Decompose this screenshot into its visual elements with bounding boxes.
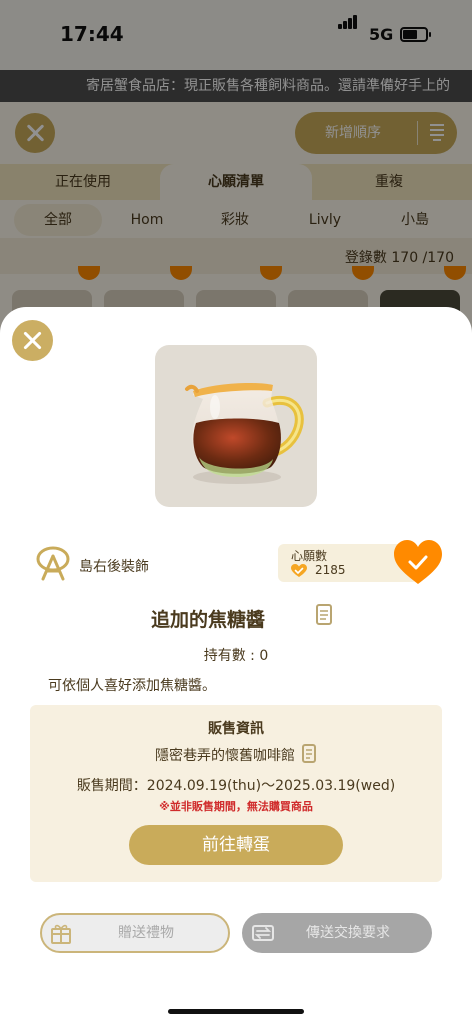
close-button[interactable]	[12, 320, 53, 361]
wishlist-heart-icon[interactable]	[394, 540, 442, 586]
item-name: 追加的焦糖醬	[150, 609, 265, 631]
home-indicator[interactable]	[168, 1009, 304, 1014]
category-label: 島右後裝飾	[79, 559, 149, 575]
item-image	[155, 345, 317, 507]
trade-icon	[252, 925, 274, 941]
document-icon[interactable]	[301, 744, 317, 764]
sale-info-box: 販售資訊 隱密巷弄的懷舊咖啡館 販售期間：2024.09.19(thu)〜202…	[30, 705, 442, 882]
send-gift-label: 贈送禮物	[118, 925, 174, 941]
document-icon[interactable]	[315, 604, 333, 626]
item-description: 可依個人喜好添加焦糖醬。	[48, 678, 216, 694]
owned-count: 持有數 : 0	[203, 648, 269, 664]
wishlist-title: 心願數	[291, 549, 328, 563]
not-on-sale-warning: ※並非販售期間，無法購買商品	[159, 800, 313, 813]
trade-request-label: 傳送交換要求	[306, 925, 390, 941]
sale-period: 販售期間：2024.09.19(thu)〜2025.03.19(wed)	[76, 778, 396, 794]
island-decor-category-icon	[36, 546, 70, 581]
item-detail-sheet: 島右後裝飾 心願數 2185 追加的焦糖醬 持有數 : 0 可依個人喜好添加焦糖…	[0, 307, 472, 1024]
gift-icon	[51, 924, 71, 944]
send-gift-button[interactable]: 贈送禮物	[40, 913, 230, 953]
sale-info-title: 販售資訊	[208, 721, 264, 737]
caramel-pitcher-icon	[185, 383, 304, 484]
heart-icon	[291, 564, 307, 577]
trade-request-button[interactable]: 傳送交換要求	[242, 913, 432, 953]
wishlist-count: 2185	[315, 563, 346, 577]
shop-name: 隱密巷弄的懷舊咖啡館	[155, 748, 295, 764]
go-to-gacha-button[interactable]: 前往轉蛋	[129, 825, 343, 865]
